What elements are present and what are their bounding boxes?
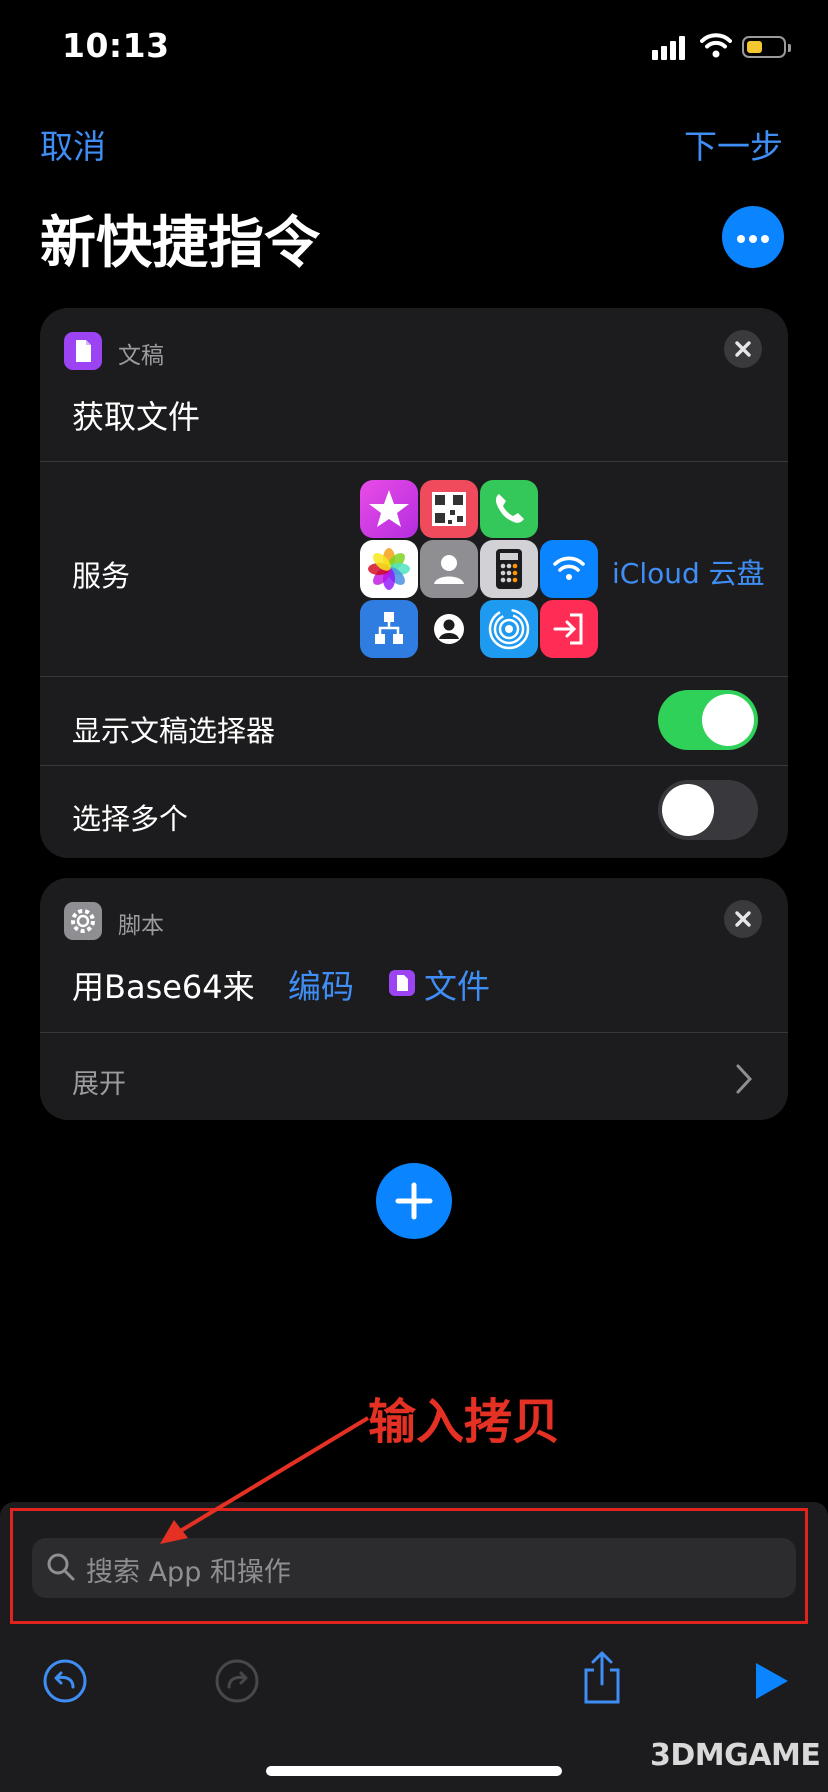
plus-icon [395, 1182, 433, 1220]
category-label: 文稿 [118, 343, 164, 369]
service-label: 服务 [72, 559, 131, 593]
gear-icon [64, 902, 102, 940]
chevron-right-icon[interactable] [734, 1062, 754, 1096]
watermark: 3DMGAME [650, 1738, 821, 1773]
encode-mode-token[interactable]: 编码 [288, 960, 354, 1008]
show-picker-toggle[interactable] [658, 690, 758, 750]
action-sentence-prefix: 用Base64来 [72, 968, 255, 1006]
cellular-signal-icon [652, 36, 685, 60]
share-icon[interactable] [580, 1650, 624, 1706]
phone-icon [480, 480, 538, 538]
show-picker-label: 显示文稿选择器 [72, 714, 276, 748]
action-title: 获取文件 [72, 398, 201, 436]
wifi-icon [540, 540, 598, 598]
close-icon [735, 341, 751, 357]
next-step-button[interactable]: 下一步 [684, 120, 783, 168]
qr-code-icon [420, 480, 478, 538]
remove-action-button[interactable] [724, 900, 762, 938]
service-app-grid[interactable] [360, 480, 598, 658]
contacts-icon [420, 540, 478, 598]
document-icon [64, 332, 102, 370]
photos-icon [360, 540, 418, 598]
play-icon[interactable] [752, 1660, 790, 1702]
action-card-base64: 脚本 用Base64来 编码 文件 展开 [40, 878, 788, 1120]
close-icon [735, 911, 751, 927]
file-variable-token[interactable]: 文件 [424, 960, 490, 1008]
service-value[interactable]: iCloud 云盘 [612, 552, 765, 592]
page-title: 新快捷指令 [40, 211, 320, 276]
document-icon [389, 970, 415, 996]
calculator-icon [480, 540, 538, 598]
highlight-frame [10, 1508, 808, 1624]
annotation-arrow-icon [160, 1416, 370, 1544]
category-label: 脚本 [118, 913, 164, 939]
redo-icon[interactable] [214, 1658, 260, 1704]
battery-icon [742, 36, 791, 58]
airdrop-icon [480, 600, 538, 658]
more-options-button[interactable] [722, 206, 784, 268]
status-time: 10:13 [62, 26, 170, 65]
annotation-text: 输入拷贝 [368, 1394, 561, 1450]
wifi-status-icon [700, 33, 732, 58]
itunes-star-icon [360, 480, 418, 538]
cancel-button[interactable]: 取消 [40, 120, 106, 168]
shortcuts-icon [360, 600, 418, 658]
expand-label[interactable]: 展开 [72, 1062, 126, 1101]
select-multiple-label: 选择多个 [72, 802, 189, 836]
undo-icon[interactable] [42, 1658, 88, 1704]
exit-icon [540, 600, 598, 658]
select-multiple-toggle[interactable] [658, 780, 758, 840]
action-card-get-file: 文稿 获取文件 服务 iCloud 云盘 显示文稿选择器 选择多个 [40, 308, 788, 858]
remove-action-button[interactable] [724, 330, 762, 368]
ellipsis-icon [737, 235, 745, 243]
add-action-button[interactable] [376, 1163, 452, 1239]
home-indicator [266, 1766, 562, 1776]
person-circle-icon [420, 600, 478, 658]
